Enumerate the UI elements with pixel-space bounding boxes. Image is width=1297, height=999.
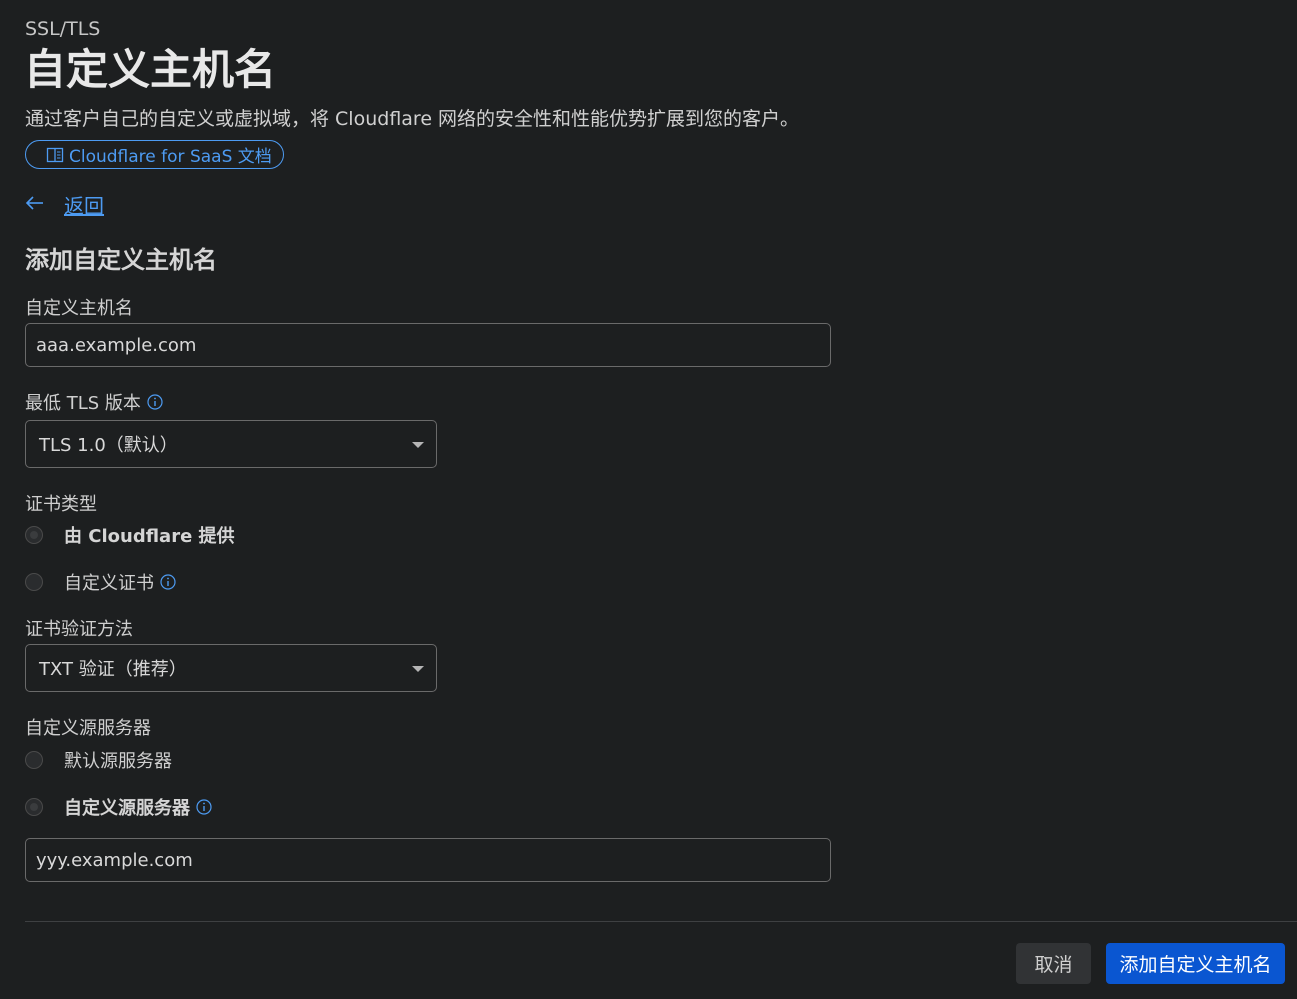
- hostname-input[interactable]: [25, 323, 831, 367]
- back-nav: 返回: [25, 190, 104, 219]
- radio-label: 默认源服务器: [64, 751, 172, 772]
- hostname-label: 自定义主机名: [25, 298, 133, 319]
- radio-button[interactable]: [25, 526, 43, 544]
- page-description: 通过客户自己的自定义或虚拟域，将 Cloudflare 网络的安全性和性能优势扩…: [25, 108, 800, 130]
- back-link[interactable]: 返回: [64, 190, 104, 219]
- chevron-down-icon: [412, 442, 424, 448]
- chevron-down-icon: [412, 666, 424, 672]
- section-title: 添加自定义主机名: [25, 246, 217, 274]
- footer-divider: [25, 921, 1297, 922]
- cancel-button[interactable]: 取消: [1016, 943, 1091, 984]
- radio-custom-origin[interactable]: 自定义源服务器: [25, 794, 212, 820]
- cert-validation-selected: TXT 验证（推荐）: [39, 659, 187, 680]
- cert-type-label: 证书类型: [25, 494, 97, 515]
- info-icon[interactable]: [147, 394, 163, 410]
- page: SSL/TLS 自定义主机名 通过客户自己的自定义或虚拟域，将 Cloudfla…: [0, 0, 1297, 999]
- radio-button[interactable]: [25, 798, 43, 816]
- radio-custom-certificate[interactable]: 自定义证书: [25, 569, 176, 595]
- radio-cloudflare-provided[interactable]: 由 Cloudflare 提供: [25, 522, 235, 548]
- info-icon[interactable]: [160, 574, 176, 590]
- info-icon[interactable]: [196, 799, 212, 815]
- page-title: 自定义主机名: [24, 45, 277, 94]
- min-tls-select[interactable]: TLS 1.0（默认）: [25, 420, 437, 468]
- docs-link[interactable]: Cloudflare for SaaS 文档: [25, 140, 284, 169]
- cert-validation-label: 证书验证方法: [25, 619, 133, 640]
- add-custom-hostname-button[interactable]: 添加自定义主机名: [1106, 943, 1285, 984]
- origin-server-input[interactable]: [25, 838, 831, 882]
- breadcrumb[interactable]: SSL/TLS: [25, 18, 100, 40]
- radio-label: 由 Cloudflare 提供: [64, 526, 235, 547]
- arrow-left-icon[interactable]: [25, 193, 45, 213]
- docs-link-label: Cloudflare for SaaS 文档: [69, 147, 272, 167]
- cert-validation-select[interactable]: TXT 验证（推荐）: [25, 644, 437, 692]
- radio-label: 自定义源服务器: [64, 798, 190, 819]
- radio-label: 自定义证书: [64, 573, 154, 594]
- book-icon: [46, 147, 64, 162]
- min-tls-selected: TLS 1.0（默认）: [39, 435, 178, 456]
- radio-default-origin[interactable]: 默认源服务器: [25, 747, 172, 773]
- radio-button[interactable]: [25, 751, 43, 769]
- origin-server-label: 自定义源服务器: [25, 718, 151, 739]
- radio-button[interactable]: [25, 573, 43, 591]
- min-tls-label: 最低 TLS 版本: [25, 389, 163, 415]
